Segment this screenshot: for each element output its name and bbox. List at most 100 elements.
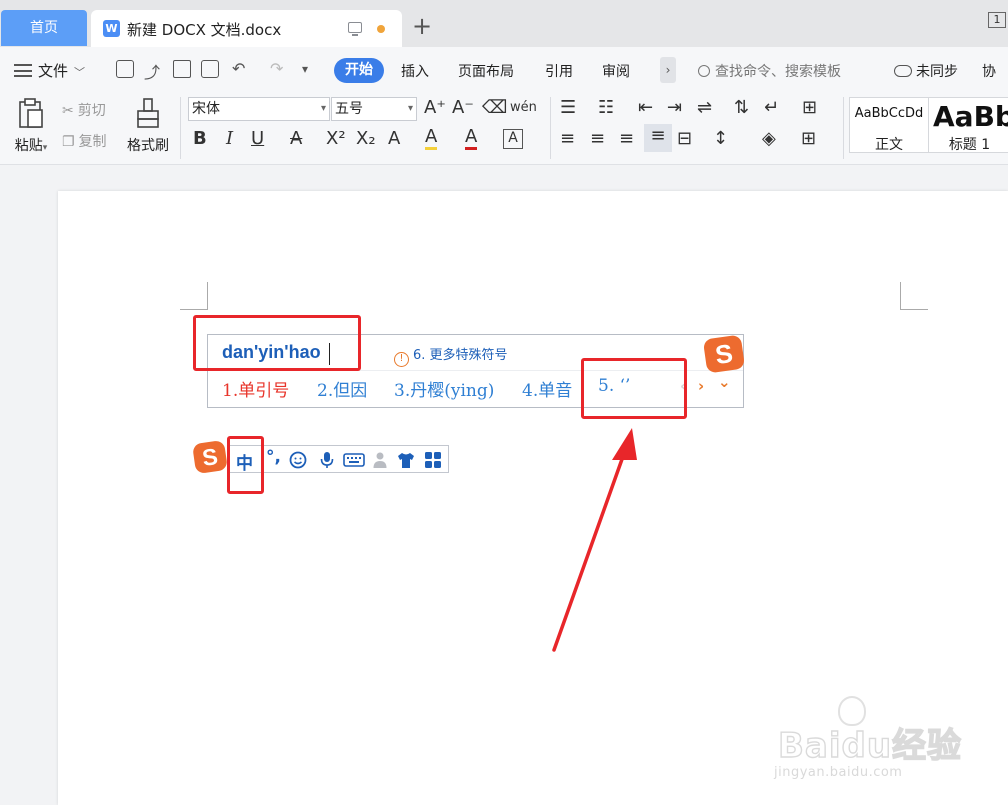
document-title: 新建 DOCX 文档.docx: [127, 21, 282, 39]
font-name-value: 宋体: [192, 101, 220, 117]
superscript-button[interactable]: X²: [326, 127, 346, 151]
wps-writer-icon: W: [103, 20, 120, 37]
tab-page-layout[interactable]: 页面布局: [458, 61, 514, 81]
tab-home[interactable]: 首页: [1, 10, 87, 46]
highlight-button[interactable]: A: [425, 127, 438, 150]
skin-shirt-icon[interactable]: [397, 451, 415, 469]
candidate-4-text: 单音: [538, 381, 573, 401]
microphone-icon[interactable]: [318, 451, 336, 469]
save-icon[interactable]: [116, 60, 134, 78]
undo-icon[interactable]: ↶: [232, 59, 245, 78]
grow-font-button[interactable]: A⁺: [424, 96, 446, 120]
file-menu-label: 文件: [38, 62, 69, 80]
format-painter-button[interactable]: 格式刷: [124, 97, 172, 155]
candidate-3[interactable]: 3.丹樱(ying): [394, 376, 494, 401]
keyboard-icon[interactable]: [343, 451, 365, 469]
pinyin-guide-button[interactable]: wén: [510, 96, 537, 120]
candidate-1-num: 1.: [222, 381, 239, 401]
sogou-logo-icon: S: [702, 334, 746, 374]
decrease-indent-icon[interactable]: ⇤: [638, 96, 653, 120]
more-symbols-link[interactable]: ! 6. 更多特殊符号: [394, 344, 508, 367]
candidate-next-page[interactable]: ›: [698, 377, 704, 395]
collaborate-button[interactable]: 协: [982, 61, 996, 81]
tab-document[interactable]: W 新建 DOCX 文档.docx: [91, 10, 402, 47]
char-border-button[interactable]: A: [503, 129, 523, 149]
chevron-down-icon: ▾: [320, 103, 326, 114]
print-preview-icon[interactable]: [201, 60, 219, 78]
align-center-icon[interactable]: ≡: [590, 127, 605, 151]
align-left-icon[interactable]: ≡: [560, 127, 575, 151]
bullet-list-icon[interactable]: ☰: [560, 96, 576, 120]
user-icon[interactable]: [372, 451, 390, 469]
copy-button[interactable]: ❐ 复制: [62, 131, 107, 151]
style-normal[interactable]: AaBbCcDd 正文: [849, 97, 929, 153]
command-search[interactable]: 查找命令、搜索模板: [698, 61, 841, 81]
justify-icon[interactable]: ≡: [644, 124, 672, 152]
clipboard-icon: [19, 98, 43, 128]
sync-label: 未同步: [916, 64, 958, 80]
print-icon[interactable]: [173, 60, 191, 78]
borders-icon[interactable]: ⊞: [801, 127, 816, 151]
window-count-badge[interactable]: 1: [988, 12, 1006, 28]
show-marks-icon[interactable]: ↵: [764, 96, 779, 120]
candidate-1-text: 单引号: [238, 381, 290, 401]
table-tools-icon[interactable]: ⊞: [802, 96, 817, 120]
file-menu-button[interactable]: 文件 ﹀: [14, 60, 85, 81]
font-color-button[interactable]: A: [465, 127, 478, 150]
distribute-icon[interactable]: ⊟: [677, 127, 692, 151]
candidate-2[interactable]: 2.但因: [317, 376, 367, 401]
eraser-icon[interactable]: ⌫: [482, 96, 507, 120]
format-painter-label: 格式刷: [127, 138, 169, 154]
candidate-2-text: 但因: [333, 381, 368, 401]
style-heading-1-sample: AaBb: [933, 100, 1008, 133]
page-corner-mark: [180, 282, 208, 310]
bold-button[interactable]: B: [193, 127, 207, 151]
font-name-select[interactable]: 宋体 ▾: [188, 97, 330, 121]
page-corner-mark: [900, 282, 928, 310]
tab-insert[interactable]: 插入: [401, 61, 429, 81]
candidate-1[interactable]: 1.单引号: [222, 376, 289, 401]
toolbox-grid-icon[interactable]: [424, 451, 442, 469]
paste-dropdown-icon[interactable]: ▾: [43, 143, 48, 153]
sync-status[interactable]: 未同步: [894, 61, 958, 81]
candidate-expand[interactable]: ⌄: [718, 373, 731, 391]
shading-icon[interactable]: ◈: [762, 127, 776, 151]
tab-references[interactable]: 引用: [545, 61, 573, 81]
text-direction-icon[interactable]: ⇌: [697, 96, 712, 120]
underline-button[interactable]: U: [251, 127, 264, 151]
export-icon[interactable]: ⤴: [144, 59, 160, 83]
tab-review[interactable]: 审阅: [602, 61, 630, 81]
paste-button[interactable]: 粘贴▾: [10, 97, 52, 155]
font-size-value: 五号: [335, 101, 363, 117]
tab-start[interactable]: 开始: [334, 58, 384, 83]
ribbon-separator: [843, 97, 844, 159]
emoji-icon[interactable]: [289, 451, 307, 469]
subscript-button[interactable]: X₂: [356, 127, 376, 151]
style-heading-1[interactable]: AaBb 标题 1: [929, 97, 1008, 153]
line-spacing-icon[interactable]: ↕: [713, 127, 728, 151]
punctuation-toggle[interactable]: °,: [266, 447, 281, 467]
redo-icon[interactable]: ↷: [270, 59, 283, 78]
hamburger-icon: [14, 64, 32, 77]
annotation-box-mode: [227, 436, 264, 494]
cut-button[interactable]: ✂ 剪切: [62, 100, 106, 120]
shrink-font-button[interactable]: A⁻: [452, 96, 474, 120]
text-effect-button[interactable]: A: [388, 127, 400, 151]
annotation-box-input: [193, 315, 361, 371]
strikethrough-button[interactable]: A: [290, 127, 302, 151]
customize-toolbar-icon[interactable]: ▾: [302, 62, 308, 76]
new-tab-button[interactable]: +: [412, 14, 432, 38]
align-right-icon[interactable]: ≡: [619, 127, 634, 151]
monitor-icon[interactable]: [348, 22, 362, 36]
candidate-4[interactable]: 4.单音: [522, 376, 572, 401]
chevron-down-icon: ▾: [407, 103, 413, 114]
ribbon-separator: [180, 97, 181, 159]
copy-icon: ❐: [62, 134, 75, 150]
numbered-list-icon[interactable]: ☷: [598, 96, 614, 120]
increase-indent-icon[interactable]: ⇥: [667, 96, 682, 120]
font-size-select[interactable]: 五号 ▾: [331, 97, 417, 121]
more-tabs-button[interactable]: ›: [660, 57, 676, 83]
style-normal-sample: AaBbCcDd: [854, 106, 924, 121]
sort-icon[interactable]: ⇅: [734, 96, 749, 120]
italic-button[interactable]: I: [226, 127, 233, 151]
